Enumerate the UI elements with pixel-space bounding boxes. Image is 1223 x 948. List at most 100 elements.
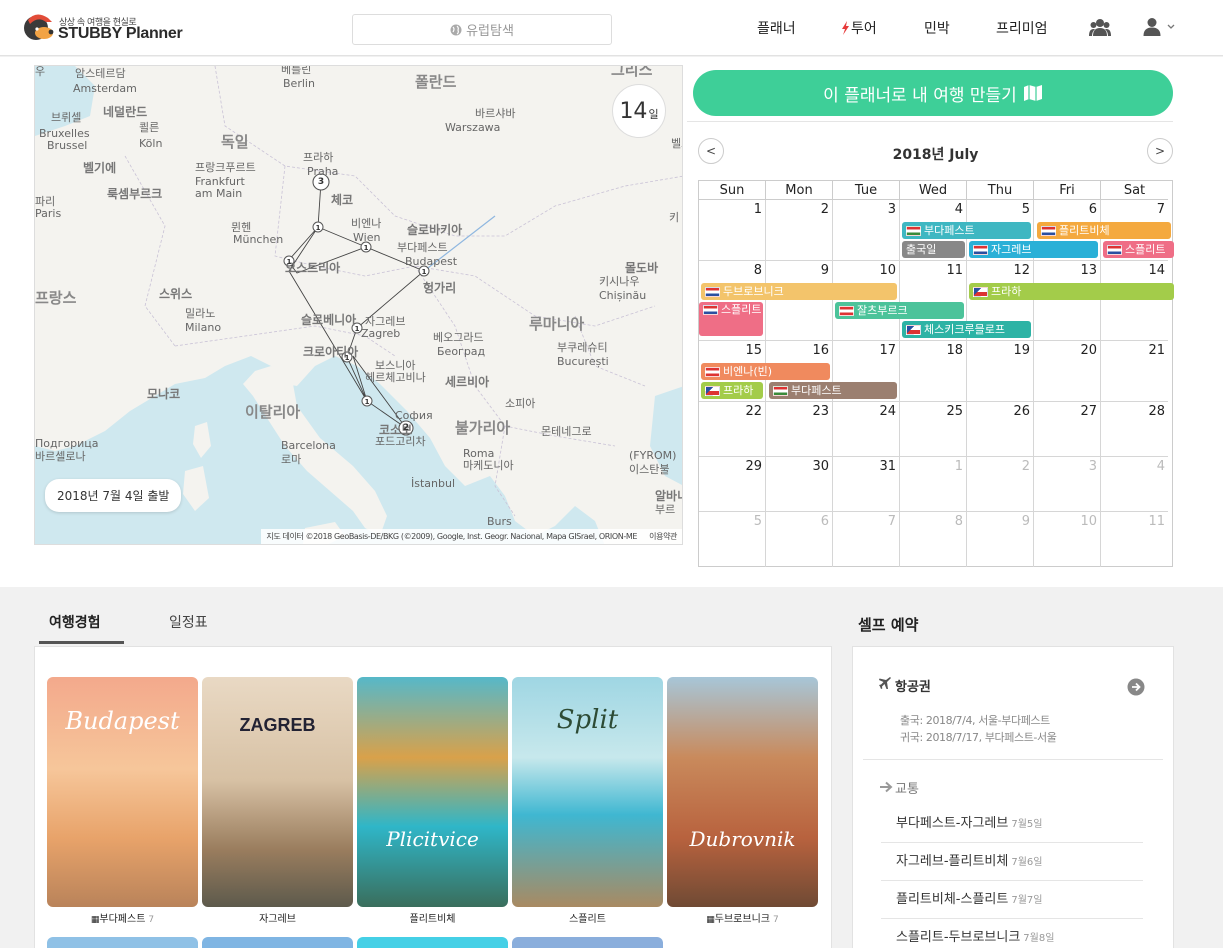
logo-name: STUBBY Planner bbox=[58, 25, 183, 42]
calendar-day-cell[interactable]: 23 bbox=[766, 402, 833, 457]
calendar-day-cell[interactable]: 7 bbox=[833, 512, 900, 567]
calendar-event[interactable]: 부다페스트 bbox=[769, 382, 897, 399]
nav-premium[interactable]: 프리미엄 bbox=[996, 18, 1048, 38]
calendar-day-cell[interactable]: 29 bbox=[699, 457, 766, 512]
calendar-day-number: 5 bbox=[1021, 202, 1030, 217]
calendar-event[interactable]: 플리트비체 bbox=[1037, 222, 1171, 239]
destination-card[interactable]: ZAGREB bbox=[202, 677, 353, 907]
calendar-day-cell[interactable]: 22 bbox=[699, 402, 766, 457]
transport-item[interactable]: 플리트비체-스플리트 7월7일 bbox=[881, 881, 1143, 919]
map-place-label: 프라하 bbox=[303, 151, 334, 164]
calendar-day-cell[interactable]: 10 bbox=[833, 261, 900, 341]
calendar-day-cell[interactable]: 3 bbox=[833, 200, 900, 261]
create-trip-button[interactable]: 이 플래너로 내 여행 만들기 bbox=[693, 70, 1173, 116]
calendar-day-cell[interactable]: 9 bbox=[967, 512, 1034, 567]
calendar-event[interactable]: 스플리트 bbox=[699, 302, 763, 336]
calendar-day-cell[interactable]: 4 bbox=[1101, 457, 1168, 512]
calendar-day-number: 17 bbox=[879, 343, 896, 358]
tab-experience[interactable]: 여행경험 bbox=[49, 612, 101, 632]
departure-date: 2018년 7월 4일 출발 bbox=[45, 479, 182, 512]
calendar-day-cell[interactable]: 28 bbox=[1101, 402, 1168, 457]
map-place-label: 베오그라드 bbox=[433, 331, 484, 344]
calendar-event[interactable]: 체스키크루믈로프 bbox=[902, 321, 1031, 338]
self-booking-panel: 항공권 출국: 2018/7/4, 서울-부다페스트 귀국: 2018/7/17… bbox=[852, 646, 1174, 948]
destination-card[interactable]: Split bbox=[512, 677, 663, 907]
calendar-event[interactable]: 자그레브 bbox=[969, 241, 1098, 258]
calendar-day-cell[interactable]: 18 bbox=[900, 341, 967, 402]
destination-card-count: 7 bbox=[148, 915, 155, 925]
logo[interactable]: 상상 속 여행을 현실로 STUBBY Planner bbox=[22, 12, 183, 46]
tab-schedule[interactable]: 일정표 bbox=[169, 612, 208, 632]
flag-hr-icon bbox=[705, 286, 720, 297]
destination-card[interactable] bbox=[202, 937, 353, 948]
flag-hu-icon bbox=[906, 225, 921, 236]
calendar-day-cell[interactable]: 13 bbox=[1034, 261, 1101, 341]
calendar-day-cell[interactable]: 6 bbox=[766, 512, 833, 567]
destination-card[interactable] bbox=[512, 937, 663, 948]
calendar-day-cell[interactable]: 20 bbox=[1034, 341, 1101, 402]
calendar-next-button[interactable]: > bbox=[1147, 138, 1173, 164]
route-point-label: 3 bbox=[317, 177, 325, 187]
calendar-day-cell[interactable]: 21 bbox=[1101, 341, 1168, 402]
map-place-label: Berlin bbox=[283, 77, 315, 90]
calendar-weekday: Thu bbox=[967, 181, 1034, 200]
transport-item[interactable]: 스플리트-두브로브니크 7월8일 bbox=[881, 919, 1143, 948]
nav-tour[interactable]: 투어 bbox=[841, 18, 877, 38]
calendar-event[interactable]: 프라하 bbox=[969, 283, 1174, 300]
route-point-label: 1 bbox=[364, 398, 370, 406]
transport-item[interactable]: 부다페스트-자그레브 7월5일 bbox=[881, 805, 1143, 843]
search-input[interactable]: 유럽탐색 bbox=[352, 14, 612, 45]
calendar-event[interactable]: 프라하 bbox=[701, 382, 763, 399]
map-place-label: Zagreb bbox=[361, 327, 401, 340]
calendar-day-number: 8 bbox=[753, 263, 762, 278]
nav-planner[interactable]: 플래너 bbox=[757, 18, 796, 38]
calendar-day-cell[interactable]: 14 bbox=[1101, 261, 1168, 341]
destination-card[interactable]: Budapest bbox=[47, 677, 198, 907]
nav-lodging[interactable]: 민박 bbox=[924, 18, 950, 38]
calendar-day-cell[interactable]: 31 bbox=[833, 457, 900, 512]
chevron-down-icon[interactable] bbox=[1167, 24, 1175, 30]
map-place-label: Warszawa bbox=[445, 121, 501, 134]
destination-card-label: 플리트비체 bbox=[409, 914, 456, 925]
map-place-label: 포드고리차 bbox=[375, 435, 426, 448]
calendar-day-cell[interactable]: 1 bbox=[900, 457, 967, 512]
calendar-weekday: Mon bbox=[766, 181, 833, 200]
calendar-day-cell[interactable]: 9 bbox=[766, 261, 833, 341]
map-place-label: 소피아 bbox=[505, 397, 536, 410]
user-icon[interactable] bbox=[1143, 17, 1161, 36]
destination-card[interactable] bbox=[47, 937, 198, 948]
calendar-day-cell[interactable]: 25 bbox=[900, 402, 967, 457]
calendar-event[interactable]: 잘츠부르크 bbox=[835, 302, 964, 319]
calendar-day-cell[interactable]: 10 bbox=[1034, 512, 1101, 567]
arrow-circle-right-icon[interactable] bbox=[1127, 678, 1145, 696]
map-place-label: 독일 bbox=[221, 133, 249, 151]
calendar-event[interactable]: 두브로브니크 bbox=[701, 283, 897, 300]
calendar-event[interactable]: 부다페스트 bbox=[902, 222, 1031, 239]
calendar-day-cell[interactable]: 1 bbox=[699, 200, 766, 261]
calendar-day-cell[interactable]: 24 bbox=[833, 402, 900, 457]
calendar-day-number: 9 bbox=[1021, 514, 1030, 529]
calendar-event[interactable]: 비엔나(빈) bbox=[701, 363, 830, 380]
calendar-day-cell[interactable]: 19 bbox=[967, 341, 1034, 402]
calendar-day-cell[interactable]: 3 bbox=[1034, 457, 1101, 512]
calendar-day-cell[interactable]: 27 bbox=[1034, 402, 1101, 457]
calendar-day-cell[interactable]: 2 bbox=[766, 200, 833, 261]
destination-card[interactable] bbox=[357, 937, 508, 948]
map-place-label: 키 bbox=[669, 211, 680, 224]
group-icon[interactable] bbox=[1089, 17, 1111, 37]
calendar-day-cell[interactable]: 26 bbox=[967, 402, 1034, 457]
calendar-event-label: 출국일 bbox=[906, 243, 937, 256]
transport-item[interactable]: 자그레브-플리트비체 7월6일 bbox=[881, 843, 1143, 881]
calendar-day-cell[interactable]: 11 bbox=[1101, 512, 1168, 567]
calendar-day-cell[interactable]: 2 bbox=[967, 457, 1034, 512]
calendar-day-cell[interactable]: 30 bbox=[766, 457, 833, 512]
destination-card[interactable]: Plicitvice bbox=[357, 677, 508, 907]
calendar-day-cell[interactable]: 8 bbox=[900, 512, 967, 567]
destination-card[interactable]: Dubrovnik bbox=[667, 677, 818, 907]
route-map[interactable]: 폴란드 독일 이탈리아 루마니아 프랑스 암스테르담 Amsterdam 베를린 Berlin 네… bbox=[34, 65, 683, 545]
calendar-event[interactable]: 출국일 bbox=[902, 241, 965, 258]
calendar-event[interactable]: 스플리트 bbox=[1103, 241, 1174, 258]
map-terms-link[interactable]: 이용약관 bbox=[649, 532, 677, 541]
flag-at-icon bbox=[839, 305, 854, 316]
calendar-day-cell[interactable]: 5 bbox=[699, 512, 766, 567]
